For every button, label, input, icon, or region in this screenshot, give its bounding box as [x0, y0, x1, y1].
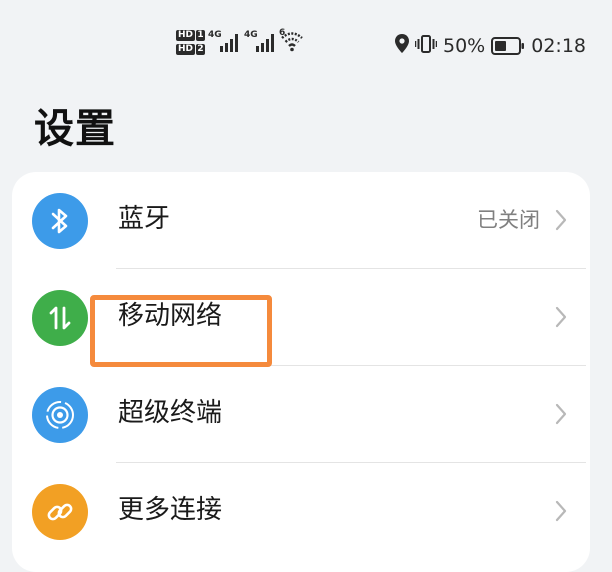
super-device-icon: [32, 387, 88, 443]
sim1-badge: HD 1: [176, 30, 206, 41]
status-bar: HD 1 HD 2 4G 4G 6 50% 02:18: [0, 0, 612, 90]
more-connections-label: 更多连接: [118, 495, 223, 525]
wifi-standard-label: 6: [279, 28, 286, 38]
wifi-icon: 6: [279, 28, 304, 56]
mobile-network-label: 移动网络: [118, 301, 223, 331]
mobile-data-icon: [32, 290, 88, 346]
clock-time: 02:18: [531, 35, 586, 57]
chevron-right-icon: [554, 305, 568, 333]
settings-item-super-device[interactable]: 超级终端: [12, 366, 590, 462]
chevron-right-icon: [554, 402, 568, 430]
page-title: 设置: [34, 106, 116, 152]
sim2-number: 2: [196, 44, 206, 55]
chevron-right-icon: [554, 499, 568, 527]
vibrate-icon: [414, 34, 438, 58]
settings-item-bluetooth[interactable]: 蓝牙 已关闭: [12, 172, 590, 268]
location-icon: [395, 34, 409, 58]
battery-percent: 50%: [443, 35, 486, 57]
hd-badge-2: HD: [176, 44, 196, 55]
settings-item-mobile-network[interactable]: 移动网络: [12, 269, 590, 365]
chevron-right-icon: [554, 208, 568, 236]
hd-badge-1: HD: [176, 30, 196, 41]
super-device-label: 超级终端: [118, 398, 223, 428]
bluetooth-status: 已关闭: [477, 208, 540, 232]
battery-icon: [491, 37, 525, 55]
sim2-badge: HD 2: [176, 44, 206, 55]
sim-badges: HD 1 HD 2: [176, 30, 206, 55]
sim1-number: 1: [196, 30, 206, 41]
settings-card: 蓝牙 已关闭 移动网络 超级终端 更多连接: [12, 172, 590, 572]
settings-item-more-connections[interactable]: 更多连接: [12, 463, 590, 559]
bluetooth-icon: [32, 193, 88, 249]
link-icon: [32, 484, 88, 540]
bluetooth-label: 蓝牙: [118, 204, 171, 234]
status-right-group: 50% 02:18: [395, 34, 586, 58]
